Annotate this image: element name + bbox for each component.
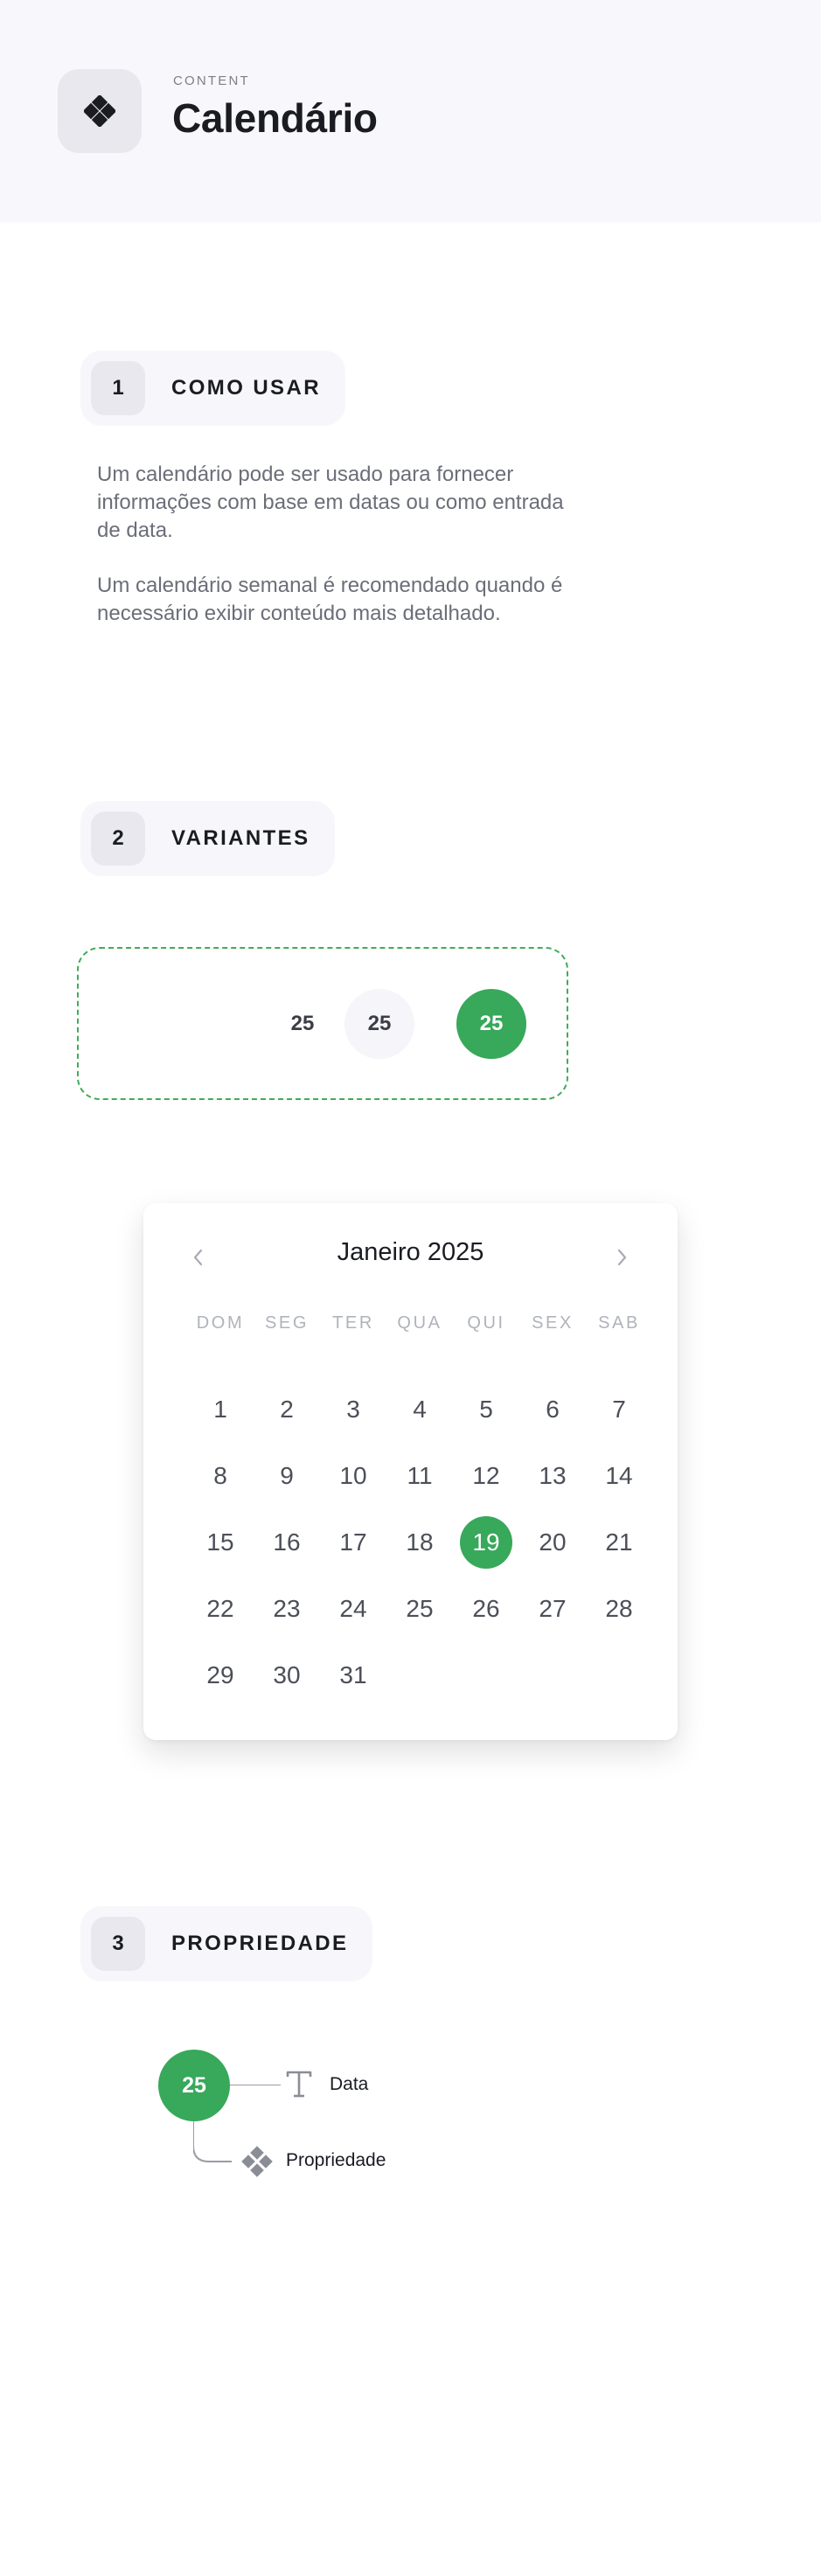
calendar-day[interactable]: 29 bbox=[187, 1642, 254, 1709]
calendar-day[interactable]: 12 bbox=[453, 1443, 519, 1509]
calendar-day-selected[interactable]: 19 bbox=[453, 1509, 519, 1576]
component-diamond-icon bbox=[58, 69, 142, 153]
calendar-day-number: 12 bbox=[472, 1462, 500, 1489]
calendar-day-number: 2 bbox=[280, 1396, 294, 1423]
calendar-day[interactable]: 16 bbox=[254, 1509, 320, 1576]
calendar-day-number: 7 bbox=[612, 1396, 626, 1423]
calendar-month-title: Janeiro 2025 bbox=[337, 1238, 484, 1266]
section-pill-propriedade: 3 PROPRIEDADE bbox=[80, 1906, 373, 1981]
weekday-label: QUI bbox=[467, 1313, 505, 1333]
calendar-day[interactable]: 17 bbox=[320, 1509, 386, 1576]
weekday-label: TER bbox=[332, 1313, 374, 1333]
section-pill-como-usar: 1 COMO USAR bbox=[80, 351, 345, 426]
weekday-label: SEG bbox=[264, 1313, 310, 1333]
usage-paragraph: Um calendário pode ser usado para fornec… bbox=[97, 463, 564, 542]
calendar-day[interactable]: 13 bbox=[519, 1443, 586, 1509]
calendar-card: Janeiro 2025 DOM SEG TER QUA QUI SEX SAB… bbox=[143, 1203, 678, 1740]
calendar-day[interactable]: 24 bbox=[320, 1576, 386, 1642]
calendar-day[interactable]: 21 bbox=[586, 1509, 652, 1576]
calendar-day[interactable]: 22 bbox=[187, 1576, 254, 1642]
calendar-day[interactable]: 4 bbox=[386, 1376, 453, 1443]
calendar-day[interactable]: 25 bbox=[386, 1576, 453, 1642]
day-variant-default[interactable]: 25 bbox=[268, 989, 337, 1059]
calendar-day-number: 28 bbox=[605, 1595, 633, 1622]
section-pill-variantes: 2 VARIANTES bbox=[80, 801, 335, 876]
calendar-day[interactable]: 15 bbox=[187, 1509, 254, 1576]
calendar-day-number: 10 bbox=[339, 1462, 367, 1489]
section-number: 3 bbox=[91, 1917, 145, 1971]
section-number: 2 bbox=[91, 811, 145, 866]
calendar-day[interactable]: 5 bbox=[453, 1376, 519, 1443]
header-kicker: CONTENT bbox=[173, 73, 250, 88]
calendar-day[interactable]: 10 bbox=[320, 1443, 386, 1509]
calendar-day[interactable]: 31 bbox=[320, 1642, 386, 1709]
calendar-day[interactable]: 6 bbox=[519, 1376, 586, 1443]
calendar-day[interactable]: 14 bbox=[586, 1443, 652, 1509]
calendar-day[interactable]: 8 bbox=[187, 1443, 254, 1509]
property-propriedade-label: Propriedade bbox=[286, 2150, 386, 2170]
calendar-day[interactable]: 2 bbox=[254, 1376, 320, 1443]
calendar-day[interactable]: 28 bbox=[586, 1576, 652, 1642]
calendar-day-number: 31 bbox=[339, 1661, 367, 1688]
calendar-day-number: 9 bbox=[280, 1462, 294, 1489]
calendar-day[interactable]: 18 bbox=[386, 1509, 453, 1576]
calendar-day[interactable]: 20 bbox=[519, 1509, 586, 1576]
calendar-day-number: 18 bbox=[406, 1528, 434, 1556]
variants-frame: 25 25 25 bbox=[77, 947, 568, 1100]
weekday-label: DOM bbox=[196, 1313, 245, 1333]
calendar-day-number: 16 bbox=[273, 1528, 301, 1556]
section-label: PROPRIEDADE bbox=[171, 1932, 349, 1955]
section-label: VARIANTES bbox=[171, 826, 310, 850]
calendar-day-number: 1 bbox=[213, 1396, 227, 1423]
day-variant-hover[interactable]: 25 bbox=[344, 989, 414, 1059]
calendar-day[interactable]: 1 bbox=[187, 1376, 254, 1443]
calendar-day-number: 25 bbox=[406, 1595, 434, 1622]
calendar-day-number: 13 bbox=[539, 1462, 567, 1489]
day-variant-selected[interactable]: 25 bbox=[456, 989, 526, 1059]
calendar-day-number: 5 bbox=[479, 1396, 493, 1423]
calendar-day[interactable]: 30 bbox=[254, 1642, 320, 1709]
usage-paragraph: Um calendário semanal é recomendado quan… bbox=[97, 574, 563, 625]
section-number: 1 bbox=[91, 361, 145, 415]
weekday-label: SEX bbox=[532, 1313, 574, 1333]
property-data-label: Data bbox=[330, 2074, 369, 2094]
calendar-day[interactable]: 23 bbox=[254, 1576, 320, 1642]
page-title: Calendário bbox=[172, 95, 378, 141]
calendar-day[interactable]: 3 bbox=[320, 1376, 386, 1443]
chevron-right-icon[interactable] bbox=[604, 1240, 639, 1275]
calendar-day[interactable]: 26 bbox=[453, 1576, 519, 1642]
section-label: COMO USAR bbox=[171, 376, 321, 400]
calendar-day-number: 11 bbox=[407, 1462, 433, 1489]
calendar-day-number: 23 bbox=[273, 1595, 301, 1622]
calendar-day-number: 3 bbox=[346, 1396, 360, 1423]
calendar-day-number: 4 bbox=[413, 1396, 427, 1423]
calendar-day-number: 24 bbox=[339, 1595, 367, 1622]
calendar-day[interactable]: 11 bbox=[386, 1443, 453, 1509]
calendar-day-number: 14 bbox=[605, 1462, 633, 1489]
calendar-day-number: 19 bbox=[460, 1516, 512, 1569]
weekday-header: DOM SEG TER QUA QUI SEX SAB bbox=[187, 1313, 652, 1333]
calendar-day-number: 21 bbox=[605, 1528, 633, 1556]
calendar-day-number: 8 bbox=[213, 1462, 227, 1489]
calendar-day[interactable]: 27 bbox=[519, 1576, 586, 1642]
calendar-day-number: 15 bbox=[206, 1528, 234, 1556]
weekday-label: SAB bbox=[598, 1313, 640, 1333]
calendar-day-number: 17 bbox=[339, 1528, 367, 1556]
calendar-days-grid: 1 2 3 4 5 6 7 8 9 10 11 12 13 14 15 16 17 18 19 20 21 22 23 24 2… bbox=[187, 1376, 652, 1709]
calendar-day[interactable]: 9 bbox=[254, 1443, 320, 1509]
calendar-day-number: 29 bbox=[206, 1661, 234, 1688]
property-day-sample: 25 bbox=[158, 2050, 230, 2121]
calendar-day-number: 30 bbox=[273, 1661, 301, 1688]
weekday-label: QUA bbox=[397, 1313, 442, 1333]
calendar-day-number: 27 bbox=[539, 1595, 567, 1622]
calendar-day[interactable]: 7 bbox=[586, 1376, 652, 1443]
calendar-day-number: 22 bbox=[206, 1595, 234, 1622]
text-type-icon bbox=[285, 2069, 313, 2100]
calendar-day-number: 6 bbox=[546, 1396, 560, 1423]
calendar-day-number: 26 bbox=[472, 1595, 500, 1622]
calendar-day-number: 20 bbox=[539, 1528, 567, 1556]
page-header: CONTENT Calendário bbox=[0, 0, 821, 222]
component-diamond-icon bbox=[241, 2146, 273, 2177]
